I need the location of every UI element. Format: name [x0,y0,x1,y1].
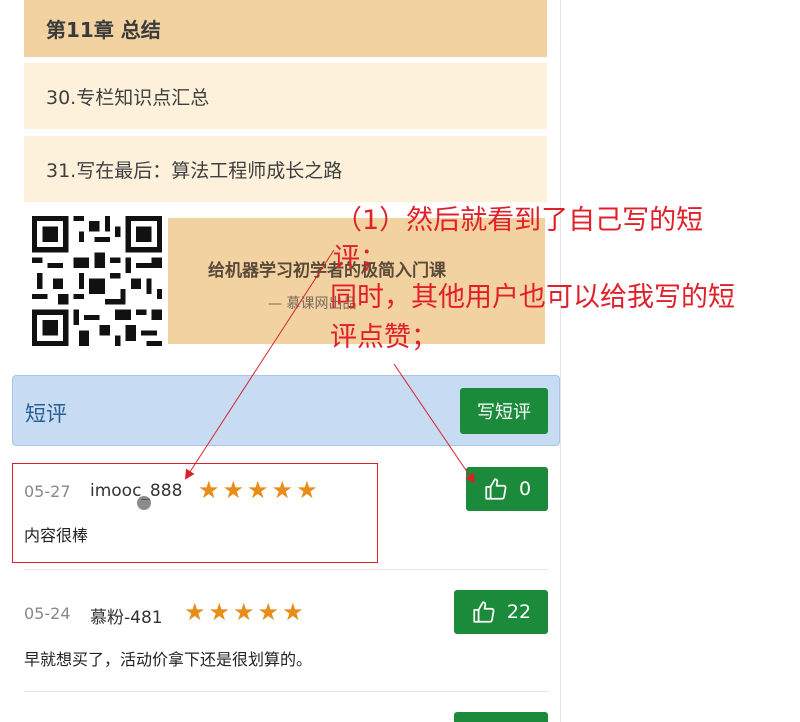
star-icon: ★ [282,598,304,626]
rating-stars: ★ ★ ★ ★ ★ [184,598,304,626]
review-date: 05-24 [24,604,71,623]
star-icon: ★ [208,598,231,626]
write-review-button[interactable]: 写短评 [460,388,548,434]
annotation-line: 评点赞； [330,322,438,353]
like-button[interactable] [454,712,548,722]
highlight-box [12,463,378,563]
lesson-item[interactable]: 30.专栏知识点汇总 [24,63,547,129]
review-content: 早就想买了，活动价拿下还是很划算的。 [24,650,313,669]
lesson-item[interactable]: 31.写在最后：算法工程师成长之路 [24,136,547,202]
cursor-icon [137,496,151,510]
thumbs-up-icon [485,478,507,500]
reviews-title: 短评 [25,402,67,426]
divider [24,691,548,692]
star-icon: ★ [257,598,280,626]
divider [24,569,548,570]
star-icon: ★ [233,598,255,626]
like-count: 22 [506,601,532,623]
review-user[interactable]: 慕粉-481 [90,603,163,628]
like-button[interactable]: 22 [454,590,548,634]
reviews-header: 短评 写短评 [12,375,560,446]
thumbs-up-icon [473,601,495,623]
chapter-title: 第11章 总结 [24,0,547,57]
course-panel: 第11章 总结 30.专栏知识点汇总 31.写在最后：算法工程师成长之路 给机器… [0,0,560,722]
annotation-line: 同时，其他用户也可以给我写的短 [330,282,735,313]
like-button[interactable]: 0 [466,467,548,511]
like-count: 0 [518,478,532,500]
annotation-line: 评； [333,243,387,274]
qr-code-image [32,216,162,346]
panel-border [560,0,561,722]
star-icon: ★ [184,598,206,626]
annotation-line: （1）然后就看到了自己写的短 [335,205,704,236]
